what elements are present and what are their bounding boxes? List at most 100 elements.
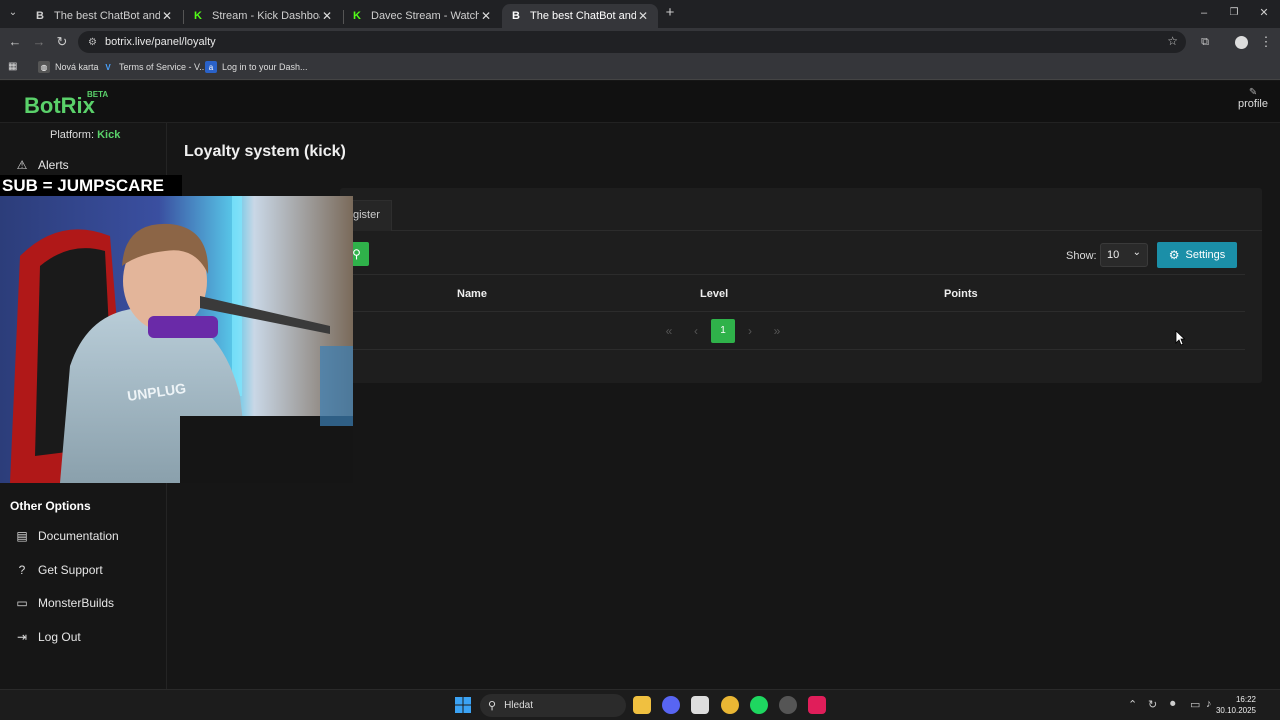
card-tabs: gister <box>340 188 1262 231</box>
settings-label: Settings <box>1185 249 1226 261</box>
sidebar-item-log-out[interactable]: ⇥ Log Out <box>14 630 81 644</box>
bookmarks-bar: ▦ ◍ Nová karta V Terms of Service - V...… <box>0 56 1280 80</box>
bookmark-label: Terms of Service - V... <box>119 62 207 72</box>
show-label: Show: <box>1066 250 1097 262</box>
last-page-button[interactable]: » <box>765 319 789 343</box>
volume-icon[interactable]: ♪ <box>1206 698 1212 710</box>
app-icon[interactable] <box>691 696 709 714</box>
bookmark-label: Log in to your Dash... <box>222 62 308 72</box>
profile-label: profile <box>1238 98 1268 110</box>
search-icon: ⚲ <box>352 247 361 261</box>
apps-grid-icon[interactable]: ▦ <box>8 61 17 72</box>
column-header-name[interactable]: Name <box>457 288 487 300</box>
page-size-select[interactable]: 10 ⌄ <box>1100 243 1148 267</box>
sidebar-item-alerts[interactable]: ⚠ Alerts <box>14 158 69 172</box>
profile-link[interactable]: ✎ profile <box>1238 87 1268 110</box>
reload-icon[interactable]: ↻ <box>53 33 71 51</box>
close-tab-icon[interactable]: ✕ <box>320 9 334 23</box>
microphone-icon[interactable]: ⏺ <box>1170 698 1176 711</box>
browser-tab-2[interactable]: K Stream - Kick Dashboard ✕ <box>184 4 342 28</box>
file-explorer-icon[interactable] <box>633 696 651 714</box>
v-icon: V <box>105 62 111 72</box>
sidebar-item-monsterbuilds[interactable]: ▭ MonsterBuilds <box>14 596 114 610</box>
column-header-level[interactable]: Level <box>700 288 728 300</box>
tray-sync-icon[interactable]: ↻ <box>1148 698 1157 711</box>
loyalty-card: gister ⚲ Show: 10 ⌄ ⚙ Settings Name Leve… <box>340 188 1262 383</box>
avatar[interactable] <box>1232 33 1250 51</box>
close-tab-icon[interactable]: ✕ <box>479 9 493 23</box>
tab-search-icon[interactable]: ⌄ <box>4 4 22 22</box>
tray-chevron-up-icon[interactable]: ⌃ <box>1128 698 1137 711</box>
webcam-overlay: UNPLUG <box>0 196 353 483</box>
close-window-icon[interactable]: ✕ <box>1255 4 1273 22</box>
browser-tab-1[interactable]: B The best ChatBot and Widgets ✕ <box>26 4 182 28</box>
forward-icon[interactable]: → <box>30 33 48 51</box>
platform-indicator: Platform: Kick <box>50 129 120 141</box>
bookmark-log-in[interactable]: a Log in to your Dash... <box>205 61 308 73</box>
browser-menu-icon[interactable]: ⋮ <box>1257 33 1275 51</box>
botrix-logo[interactable]: BotRix <box>24 93 95 119</box>
page-1-button[interactable]: 1 <box>711 319 735 343</box>
platform-value: Kick <box>97 129 121 141</box>
system-clock[interactable]: 16:22 30.10.2025 <box>1216 694 1256 716</box>
maximize-icon[interactable]: ❐ <box>1225 4 1243 22</box>
new-tab-button[interactable]: + <box>661 4 679 22</box>
extensions-icon[interactable]: ⧉ <box>1196 33 1214 51</box>
table-header: Name Level Points <box>340 274 1245 312</box>
stream-overlay-text: SUB = JUMPSCARE <box>0 175 182 196</box>
column-header-points[interactable]: Points <box>944 288 978 300</box>
windows-start-icon[interactable] <box>455 697 471 713</box>
minimize-icon[interactable]: – <box>1195 4 1213 22</box>
close-tab-icon[interactable]: ✕ <box>636 9 650 23</box>
tab-title: Davec Stream - Watch Live on K <box>371 10 479 22</box>
page-title: Loyalty system (kick) <box>184 143 346 160</box>
browser-tab-4-active[interactable]: B The best ChatBot and Widgets ✕ <box>502 4 658 28</box>
tab-title: Stream - Kick Dashboard <box>212 10 320 22</box>
first-page-button[interactable]: « <box>657 319 681 343</box>
tab-title: The best ChatBot and Widgets <box>530 10 636 22</box>
book-icon: ▤ <box>16 529 28 543</box>
chrome-icon[interactable] <box>721 696 739 714</box>
botrix-favicon-icon: B <box>512 10 520 22</box>
bookmark-star-icon[interactable]: ☆ <box>1167 34 1178 48</box>
sidebar-item-get-support[interactable]: ? Get Support <box>14 563 103 577</box>
tiktok-icon[interactable] <box>808 696 826 714</box>
sidebar-item-documentation[interactable]: ▤ Documentation <box>14 529 118 543</box>
settings-button[interactable]: ⚙ Settings <box>1157 242 1237 268</box>
globe-icon: ◍ <box>38 61 50 73</box>
site-info-icon[interactable]: ⚙ <box>88 37 97 48</box>
address-bar[interactable]: ⚙ botrix.live/panel/loyalty ☆ <box>78 31 1186 53</box>
prev-page-button[interactable]: ‹ <box>684 319 708 343</box>
taskbar-search[interactable]: ⚲ Hledat <box>480 694 626 717</box>
taskbar-search-placeholder: Hledat <box>504 700 533 711</box>
sidebar-item-label: Get Support <box>38 563 103 577</box>
chevron-down-icon: ⌄ <box>1132 247 1141 258</box>
laptop-icon: ▭ <box>16 596 28 610</box>
app-header: BotRix BETA ✎ profile <box>0 81 1280 123</box>
spotify-icon[interactable] <box>750 696 768 714</box>
browser-tab-bar: ⌄ B The best ChatBot and Widgets ✕ K Str… <box>0 0 1280 28</box>
logout-icon: ⇥ <box>16 630 28 644</box>
discord-icon[interactable] <box>662 696 680 714</box>
back-icon[interactable]: ← <box>6 33 24 51</box>
clock-date: 30.10.2025 <box>1215 706 1256 715</box>
question-icon: ? <box>18 563 26 577</box>
platform-label: Platform: <box>50 129 95 141</box>
search-icon: ⚲ <box>488 700 497 712</box>
sidebar-item-label: Alerts <box>38 158 69 172</box>
app-icon[interactable] <box>779 696 797 714</box>
bookmark-nova-karta[interactable]: ◍ Nová karta <box>38 61 99 73</box>
browser-tab-3[interactable]: K Davec Stream - Watch Live on K ✕ <box>343 4 501 28</box>
network-icon[interactable]: ▭ <box>1190 698 1200 711</box>
clock-time: 16:22 <box>1235 695 1256 704</box>
pagination: « ‹ 1 › » <box>340 312 1245 350</box>
page-size-value: 10 <box>1107 249 1120 261</box>
close-tab-icon[interactable]: ✕ <box>160 9 174 23</box>
browser-toolbar: ← → ↻ ⚙ botrix.live/panel/loyalty ☆ ⧉ ⋮ <box>0 28 1280 56</box>
windows-taskbar: ⚲ Hledat ⌃ ↻ ⏺ ▭ ♪ 16:22 30.10.2025 <box>0 689 1280 720</box>
kick-favicon-icon: K <box>353 10 361 22</box>
next-page-button[interactable]: › <box>738 319 762 343</box>
cursor-arrow-icon <box>1175 330 1186 346</box>
bookmark-terms-of-service[interactable]: V Terms of Service - V... <box>102 61 207 73</box>
tab-title: The best ChatBot and Widgets <box>54 10 160 22</box>
